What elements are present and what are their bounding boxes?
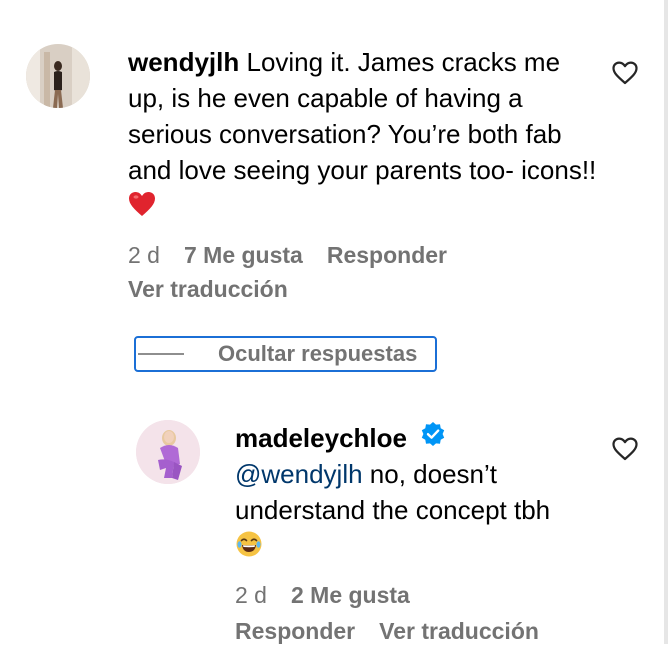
comment-username[interactable]: wendyjlh <box>128 47 239 77</box>
like-comment-heart-icon[interactable] <box>612 61 640 89</box>
comment-likes[interactable]: 7 Me gusta <box>184 242 303 268</box>
reply-mention-link[interactable]: @wendyjlh <box>235 459 363 489</box>
comment-time: 2 d <box>128 242 160 268</box>
comment-translate-row: Ver traducción <box>128 276 288 303</box>
scroll-edge <box>664 0 668 644</box>
comment-text: wendyjlh Loving it. James cracks me up, … <box>128 44 598 226</box>
avatar-madeleychloe[interactable] <box>136 420 200 484</box>
reply-time: 2 d <box>235 582 267 608</box>
like-reply-heart-icon[interactable] <box>612 437 640 465</box>
replies-divider-line <box>138 353 184 355</box>
hide-replies-label: Ocultar respuestas <box>218 341 418 366</box>
reply-reply-button[interactable]: Responder <box>235 618 355 644</box>
hide-replies-button[interactable]: Ocultar respuestas <box>134 336 437 372</box>
reply-likes[interactable]: 2 Me gusta <box>291 582 410 608</box>
comment-meta: 2 d 7 Me gusta Responder <box>128 242 447 269</box>
reply-text: @wendyjlh no, doesn’t understand the con… <box>235 456 575 567</box>
reply-username[interactable]: madeleychloe <box>235 423 407 453</box>
heart-emoji-icon <box>128 190 156 226</box>
reply-translate-button[interactable]: Ver traducción <box>379 618 539 644</box>
verified-badge-icon <box>420 420 446 456</box>
laughing-emoji-icon <box>235 530 263 567</box>
reply-meta: 2 d 2 Me gusta <box>235 582 410 609</box>
reply-actions-row: Responder Ver traducción <box>235 618 539 645</box>
reply-header: madeleychloe <box>235 420 446 458</box>
avatar-wendyjlh[interactable] <box>26 44 90 108</box>
comment-translate-button[interactable]: Ver traducción <box>128 276 288 302</box>
comment-reply-button[interactable]: Responder <box>327 242 447 268</box>
